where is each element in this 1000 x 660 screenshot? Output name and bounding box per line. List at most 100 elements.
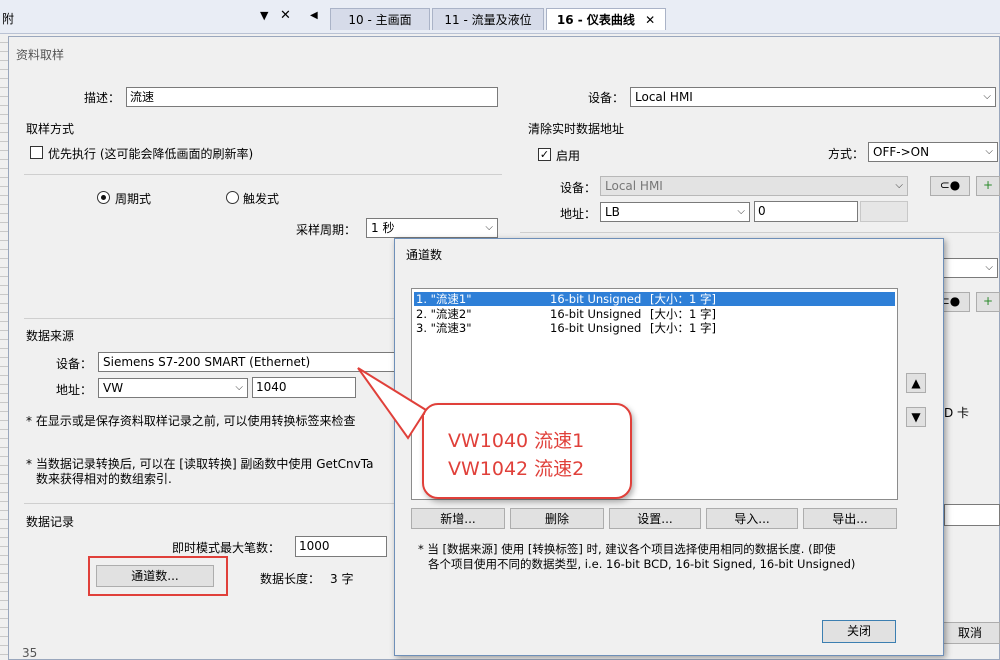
export-button[interactable]: 导出... <box>803 508 897 529</box>
chevron-down-icon: ⌵ <box>737 206 745 217</box>
clear-address-type-select[interactable]: LB ⌵ <box>600 202 750 222</box>
callout-pointer-shape <box>357 367 428 440</box>
delete-button[interactable]: 删除 <box>510 508 604 529</box>
callout-line-2: VW1042 流速2 <box>448 458 585 480</box>
enable-label: 启用 <box>556 149 581 163</box>
channel-note-line1: * 当 [数据来源] 使用 [转换标签] 时, 建议各个项目选择使用相同的数据长… <box>418 542 836 556</box>
period-select-value: 1 秒 <box>371 221 395 235</box>
callout-pointer-cover <box>424 415 440 475</box>
description-input[interactable]: 流速 <box>126 87 498 107</box>
channel-size: [大小：1 字] <box>650 292 716 306</box>
tab-main-screen[interactable]: 10 - 主画面 <box>330 8 430 30</box>
clear-device-select[interactable]: Local HMI ⌵ <box>600 176 908 196</box>
source-address-type-value: VW <box>103 381 124 395</box>
max-count-label: 即时模式最大笔数： <box>172 541 281 555</box>
source-note-3: 数来获得相对的数组索引. <box>36 472 172 486</box>
source-note-1: * 在显示或是保存资料取样记录之前, 可以使用转换标签来检查 <box>26 414 356 428</box>
list-item[interactable]: 2. "流速2" 16-bit Unsigned [大小：1 字] <box>414 307 895 321</box>
channel-type: 16-bit Unsigned <box>550 292 642 306</box>
tab-flow-level[interactable]: 11 - 流量及液位 <box>432 8 544 30</box>
priority-checkbox[interactable] <box>30 146 43 159</box>
record-title: 数据记录 <box>26 515 75 529</box>
chevron-down-icon: ⌵ <box>485 222 493 233</box>
move-up-button[interactable]: ▲ <box>906 373 926 393</box>
trigger-radio[interactable] <box>226 191 239 204</box>
bottom-number: 35 <box>22 646 38 660</box>
settings-button[interactable]: 设置... <box>609 508 701 529</box>
mode-select[interactable]: OFF->ON ⌵ <box>868 142 998 162</box>
clear-address-input[interactable]: 0 <box>754 201 858 222</box>
period-select[interactable]: 1 秒 ⌵ <box>366 218 498 238</box>
max-count-input[interactable]: 1000 <box>295 536 387 557</box>
chevron-down-icon: ⌵ <box>985 146 993 157</box>
divider <box>24 174 502 175</box>
source-device-value: Siemens S7-200 SMART (Ethernet) <box>103 355 311 369</box>
left-panel-title: 附 <box>2 12 15 26</box>
close-button[interactable]: 关闭 <box>822 620 896 643</box>
divider <box>520 232 1000 233</box>
tab-instrument-curve[interactable]: 16 - 仪表曲线 ✕ <box>546 8 666 30</box>
clear-address-label: 地址： <box>560 207 597 221</box>
add-device-button[interactable]: + <box>976 176 1000 196</box>
source-address-label: 地址： <box>56 383 93 397</box>
chevron-down-icon: ⌵ <box>235 382 243 393</box>
tab-scroll-left-icon[interactable]: ◀ <box>310 10 318 21</box>
import-button[interactable]: 导入... <box>706 508 798 529</box>
priority-label: 优先执行 (这可能会降低画面的刷新率) <box>48 147 254 161</box>
channel-name: 1. "流速1" <box>416 292 472 306</box>
device-label: 设备： <box>588 91 625 105</box>
sampling-mode-title: 取样方式 <box>26 122 75 136</box>
description-value: 流速 <box>130 90 155 104</box>
chevron-down-icon: ⌵ <box>895 180 903 191</box>
add-button[interactable]: 新增... <box>411 508 505 529</box>
background-ruler <box>0 34 8 660</box>
chevron-down-icon: ⌵ <box>985 262 993 273</box>
source-address-value: 1040 <box>256 380 287 394</box>
chevron-down-icon: ⌵ <box>983 91 991 102</box>
channel-note-line2: 各个项目使用不同的数据类型, i.e. 16-bit BCD, 16-bit S… <box>428 557 856 571</box>
channels-button[interactable]: 通道数... <box>96 565 214 587</box>
device-settings-button[interactable]: ⊂● <box>930 176 970 196</box>
mode-label: 方式： <box>828 147 865 161</box>
right-fragment-text: D 卡 <box>944 406 970 420</box>
hidden-input[interactable] <box>944 504 1000 526</box>
list-item[interactable]: 3. "流速3" 16-bit Unsigned [大小：1 字] <box>414 321 895 335</box>
description-label: 描述： <box>84 91 121 105</box>
up-arrow-icon: ▲ <box>911 376 921 390</box>
trigger-label: 触发式 <box>243 192 280 206</box>
sampling-dialog-title: 资料取样 <box>16 48 65 62</box>
channel-size: [大小：1 字] <box>650 321 716 335</box>
cancel-button[interactable]: 取消 <box>940 622 1000 644</box>
enable-checkbox[interactable]: ✓ <box>538 148 551 161</box>
clear-address-type-value: LB <box>605 205 620 219</box>
clear-device-value: Local HMI <box>605 179 663 193</box>
max-count-value: 1000 <box>299 539 330 553</box>
tab-instrument-curve-label: 16 - 仪表曲线 <box>556 13 635 27</box>
clear-device-label: 设备： <box>560 181 597 195</box>
clear-address-title: 清除实时数据地址 <box>528 122 625 136</box>
source-device-label: 设备： <box>56 357 93 371</box>
left-panel-header: 附 ▼ ✕ <box>0 0 300 34</box>
tab-close-icon[interactable]: ✕ <box>645 13 655 27</box>
pin-icon[interactable]: ▼ <box>260 9 268 22</box>
channel-name: 3. "流速3" <box>416 321 472 335</box>
move-down-button[interactable]: ▼ <box>906 407 926 427</box>
clear-address-extra <box>860 201 908 222</box>
channel-size: [大小：1 字] <box>650 307 716 321</box>
channel-dialog-title: 通道数 <box>406 248 443 262</box>
device-select[interactable]: Local HMI ⌵ <box>630 87 996 107</box>
periodic-label: 周期式 <box>115 192 152 206</box>
periodic-radio[interactable] <box>97 191 110 204</box>
list-item[interactable]: 1. "流速1" 16-bit Unsigned [大小：1 字] <box>414 292 895 306</box>
callout-line-1: VW1040 流速1 <box>448 430 585 452</box>
down-arrow-icon: ▼ <box>911 410 921 424</box>
source-address-type-select[interactable]: VW ⌵ <box>98 378 248 398</box>
data-length-value: 3 字 <box>330 572 354 586</box>
channel-name: 2. "流速2" <box>416 307 472 321</box>
hidden-add-button[interactable]: + <box>976 292 1000 312</box>
source-title: 数据来源 <box>26 329 75 343</box>
panel-close-icon[interactable]: ✕ <box>280 8 291 23</box>
data-length-label: 数据长度： <box>260 572 321 586</box>
period-label: 采样周期： <box>296 223 357 237</box>
clear-address-value: 0 <box>758 204 766 218</box>
